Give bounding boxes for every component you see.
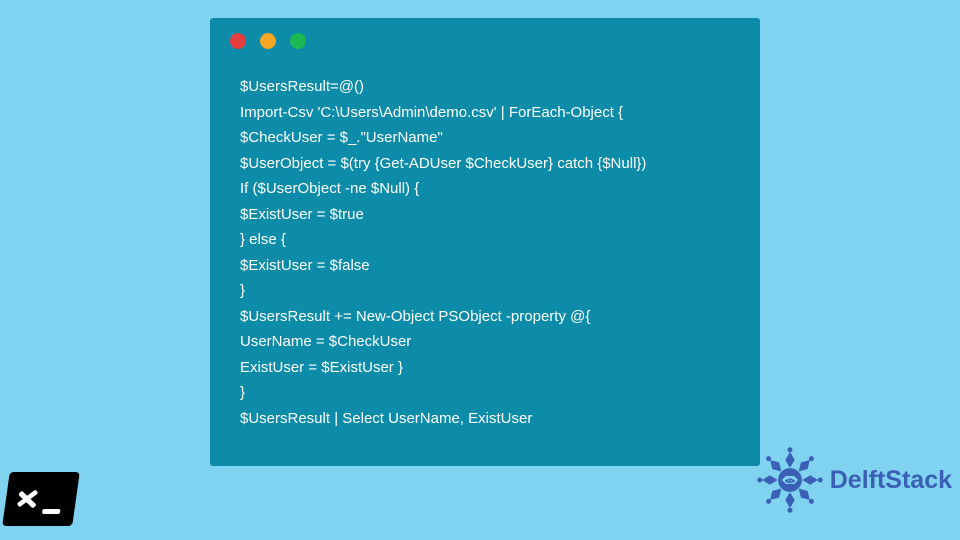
maximize-dot <box>290 33 306 49</box>
code-block: $UsersResult=@() Import-Csv 'C:\Users\Ad… <box>240 74 740 431</box>
close-dot <box>230 33 246 49</box>
flower-icon: </> <box>754 444 826 516</box>
svg-text:</>: </> <box>785 478 795 485</box>
powershell-icon <box>2 472 80 526</box>
delftstack-logo: </> DelftStack <box>754 444 952 516</box>
window-controls <box>230 33 306 49</box>
minimize-dot <box>260 33 276 49</box>
code-window: $UsersResult=@() Import-Csv 'C:\Users\Ad… <box>210 18 760 466</box>
brand-name: DelftStack <box>830 466 952 495</box>
